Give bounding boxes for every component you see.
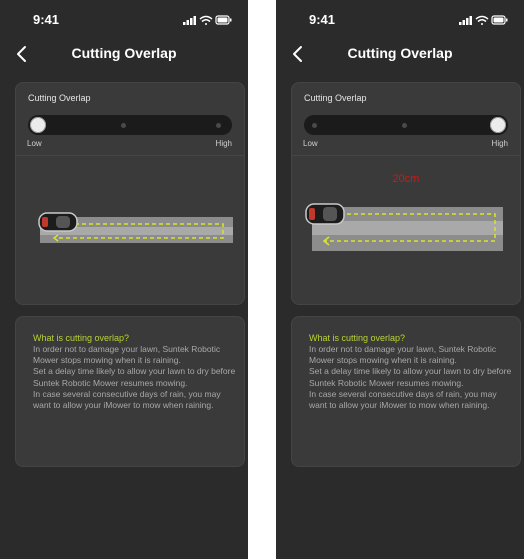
- overlap-slider[interactable]: [304, 115, 508, 135]
- slider-knob[interactable]: [30, 117, 46, 133]
- slider-low-label: Low: [27, 139, 42, 148]
- info-paragraph: In order not to damage your lawn, Suntek…: [33, 344, 221, 366]
- overlap-setting-card: Cutting Overlap Low High: [15, 82, 245, 305]
- signal-icon: [183, 16, 196, 25]
- info-paragraph: Set a delay time likely to allow your la…: [309, 366, 512, 388]
- status-time: 9:41: [309, 12, 336, 27]
- info-paragraph: In case several consecutive days of rain…: [33, 388, 221, 411]
- status-time: 9:41: [33, 12, 60, 27]
- slider-step-dot: [216, 123, 221, 128]
- slider-step-dot: [312, 123, 317, 128]
- info-card: What is cutting overlap? In order not to…: [291, 316, 521, 467]
- slider-knob[interactable]: [490, 117, 506, 133]
- info-card: What is cutting overlap? In order not to…: [15, 316, 245, 467]
- status-icons: [183, 15, 232, 25]
- info-question: What is cutting overlap?: [309, 333, 406, 343]
- info-paragraph: In case several consecutive days of rain…: [309, 388, 497, 411]
- wifi-icon: [199, 15, 213, 25]
- phone-screen-high: 9:41 Cutting Overlap Cutting Overlap Low…: [276, 0, 524, 559]
- mower-icon: [38, 212, 78, 232]
- info-paragraph: Set a delay time likely to allow your la…: [33, 366, 236, 388]
- page-title: Cutting Overlap: [347, 45, 453, 61]
- page-title: Cutting Overlap: [71, 45, 177, 61]
- overlap-slider[interactable]: [28, 115, 232, 135]
- wifi-icon: [475, 15, 489, 25]
- nav-header: Cutting Overlap: [0, 42, 248, 66]
- battery-icon: [491, 15, 508, 25]
- overlap-setting-card: Cutting Overlap Low High 20cm: [291, 82, 521, 305]
- phone-screen-low: 9:41 Cutting Overlap Cutting Overlap Low…: [0, 0, 248, 559]
- setting-label: Cutting Overlap: [304, 93, 367, 103]
- signal-icon: [459, 16, 472, 25]
- status-icons: [459, 15, 508, 25]
- slider-step-dot: [121, 123, 126, 128]
- info-question: What is cutting overlap?: [33, 333, 130, 343]
- info-body: In order not to damage your lawn, Suntek…: [309, 344, 514, 411]
- slider-high-label: High: [491, 139, 508, 148]
- battery-icon: [215, 15, 232, 25]
- divider: [292, 155, 520, 156]
- slider-step-dot: [402, 123, 407, 128]
- info-paragraph: In order not to damage your lawn, Suntek…: [309, 344, 497, 366]
- overlap-illustration: [305, 203, 503, 251]
- status-bar: 9:41: [276, 12, 524, 28]
- nav-header: Cutting Overlap: [276, 42, 524, 66]
- mower-icon: [305, 203, 345, 225]
- slider-high-label: High: [215, 139, 232, 148]
- setting-label: Cutting Overlap: [28, 93, 91, 103]
- info-body: In order not to damage your lawn, Suntek…: [33, 344, 238, 411]
- divider: [16, 155, 244, 156]
- slider-low-label: Low: [303, 139, 318, 148]
- status-bar: 9:41: [0, 12, 248, 28]
- overlap-illustration: [38, 212, 233, 243]
